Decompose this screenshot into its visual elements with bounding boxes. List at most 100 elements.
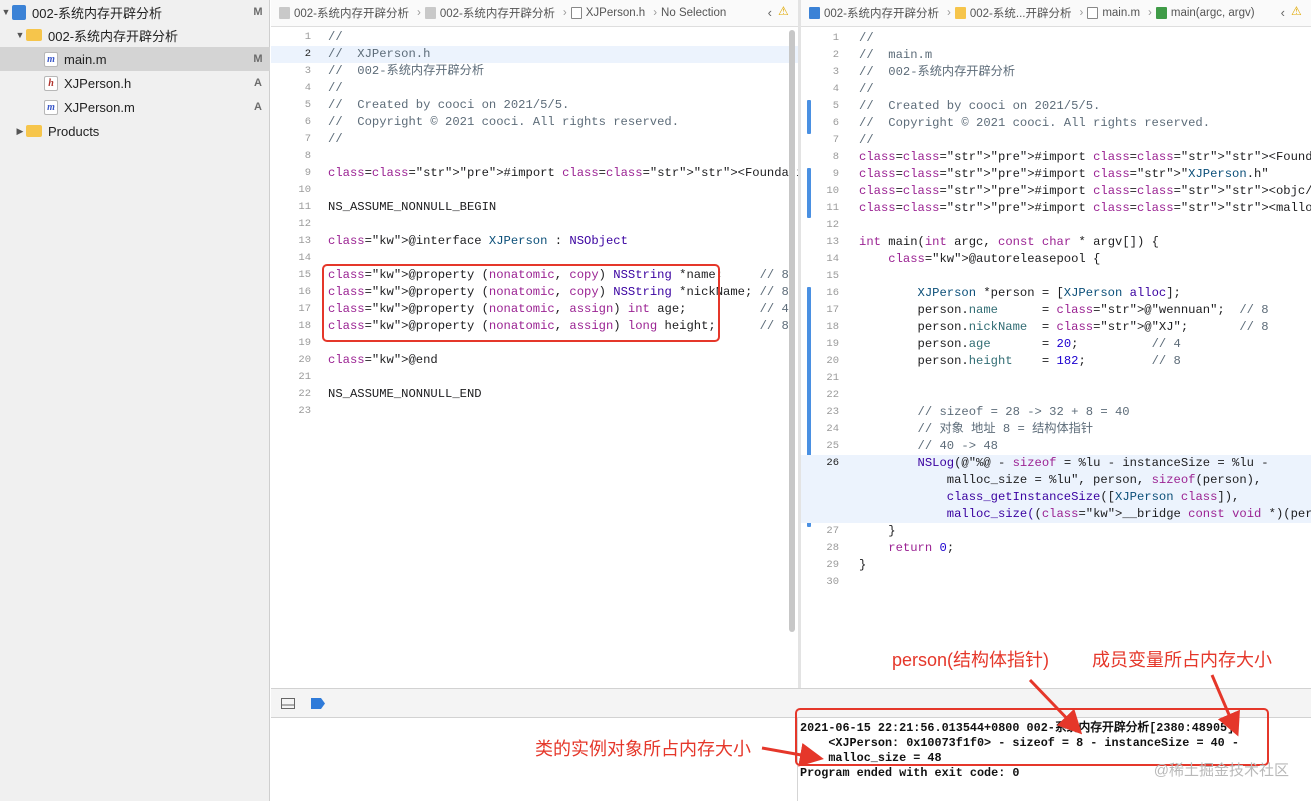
line-number: 15: [298, 269, 311, 281]
header-file-icon: [570, 7, 582, 19]
editor-xjperson-h[interactable]: 002-系统内存开辟分析 › 002-系统内存开辟分析 › XJPerson.h…: [271, 0, 798, 688]
code-line[interactable]: 30: [801, 574, 1311, 591]
code-line[interactable]: 28 return 0;: [801, 540, 1311, 557]
code-line[interactable]: 6 // Copyright © 2021 cooci. All rights r…: [801, 115, 1311, 132]
nav-row-xjperson-h[interactable]: h XJPerson.h A: [0, 71, 270, 95]
code-line[interactable]: 3 // 002-系统内存开辟分析: [271, 63, 798, 80]
code-line[interactable]: 13 class="kw">@interface XJPerson : NSObj…: [271, 233, 798, 250]
code-line[interactable]: 24 // 对象 地址 8 = 结构体指针: [801, 421, 1311, 438]
code-line[interactable]: 27 }: [801, 523, 1311, 540]
line-number: 28: [826, 542, 839, 554]
editor-main-m[interactable]: 002-系统内存开辟分析 › 002-系统...开辟分析 › main.m › …: [801, 0, 1311, 688]
code-line[interactable]: 1 //: [271, 29, 798, 46]
code-line[interactable]: 11 class=class="str">"pre">#import class=…: [801, 200, 1311, 217]
line-number: 18: [298, 320, 311, 332]
code-text: // Copyright © 2021 cooci. All rights re…: [859, 116, 1211, 130]
disclosure-open-icon[interactable]: ▼: [0, 7, 12, 17]
code-line[interactable]: 25 // 40 -> 48: [801, 438, 1311, 455]
code-text: //: [859, 133, 874, 147]
code-line[interactable]: malloc_size = %lu", person, sizeof(perso…: [801, 472, 1311, 489]
code-line[interactable]: 2 // XJPerson.h: [271, 46, 798, 63]
back-forward-icon[interactable]: ‹: [1281, 5, 1285, 20]
code-line[interactable]: 21: [271, 369, 798, 386]
warning-icon[interactable]: ⚠: [1291, 4, 1305, 18]
code-line[interactable]: 15: [801, 268, 1311, 285]
breadcrumb-symbol[interactable]: No Selection: [661, 7, 726, 19]
code-line[interactable]: 19 person.age = 20; // 4: [801, 336, 1311, 353]
nav-row-label: main.m: [64, 51, 107, 67]
code-line[interactable]: 8: [271, 148, 798, 165]
breadcrumb-project[interactable]: 002-系统内存开辟分析: [824, 5, 939, 21]
code-line[interactable]: 23: [271, 403, 798, 420]
code-line[interactable]: 6 // Copyright © 2021 cooci. All rights r…: [271, 114, 798, 131]
breadcrumb-group[interactable]: 002-系统...开辟分析: [970, 5, 1072, 21]
code-line[interactable]: 23 // sizeof = 28 -> 32 + 8 = 40: [801, 404, 1311, 421]
code-line[interactable]: 5 // Created by cooci on 2021/5/5.: [801, 98, 1311, 115]
back-forward-icon[interactable]: ‹: [768, 5, 772, 20]
code-line[interactable]: 20 person.height = 182; // 8: [801, 353, 1311, 370]
code-line[interactable]: 2 // main.m: [801, 47, 1311, 64]
project-navigator: ▼ 002-系统内存开辟分析 M ▼ 002-系统内存开辟分析 m main.m…: [0, 0, 270, 801]
breadcrumb-group[interactable]: 002-系统内存开辟分析: [440, 5, 555, 21]
code-line[interactable]: 7 //: [271, 131, 798, 148]
code-line[interactable]: 18 person.nickName = class="str">@"XJ"; …: [801, 319, 1311, 336]
code-text: class=class="str">"pre">#import class=cl…: [859, 201, 1311, 215]
breadcrumb-project[interactable]: 002-系统内存开辟分析: [294, 5, 409, 21]
code-line[interactable]: 8 class=class="str">"pre">#import class=c…: [801, 149, 1311, 166]
code-line[interactable]: 5 // Created by cooci on 2021/5/5.: [271, 97, 798, 114]
line-number: 13: [826, 236, 839, 248]
nav-row-group[interactable]: ▼ 002-系统内存开辟分析: [0, 23, 270, 47]
line-number: 26: [826, 457, 839, 469]
code-line[interactable]: 14 class="kw">@autoreleasepool {: [801, 251, 1311, 268]
code-line[interactable]: 17 person.name = class="str">@"wennuan";…: [801, 302, 1311, 319]
watermark: @稀土掘金技术社区: [1153, 762, 1289, 779]
code-line[interactable]: 21: [801, 370, 1311, 387]
code-line[interactable]: 9 class=class="str">"pre">#import class="…: [801, 166, 1311, 183]
breakpoint-icon[interactable]: [311, 698, 325, 709]
code-line[interactable]: 22 NS_ASSUME_NONNULL_END: [271, 386, 798, 403]
chevron-right-icon: ›: [653, 7, 658, 19]
code-line[interactable]: 13 int main(int argc, const char * argv[]…: [801, 234, 1311, 251]
code-line[interactable]: 4 //: [801, 81, 1311, 98]
hide-debug-area-icon[interactable]: [281, 698, 295, 709]
disclosure-closed-icon[interactable]: ▶: [14, 126, 26, 137]
nav-row-xjperson-m[interactable]: m XJPerson.m A: [0, 95, 270, 119]
line-number: 4: [832, 83, 839, 95]
code-line[interactable]: 3 // 002-系统内存开辟分析: [801, 64, 1311, 81]
code-text: // sizeof = 28 -> 32 + 8 = 40: [859, 405, 1130, 419]
nav-row-main-m[interactable]: m main.m M: [0, 47, 270, 71]
annotation-person-pointer: person(结构体指针): [892, 650, 1050, 670]
code-line[interactable]: 1 //: [801, 30, 1311, 47]
vertical-scrollbar[interactable]: [789, 30, 795, 632]
code-line[interactable]: 12: [271, 216, 798, 233]
code-line[interactable]: 9 class=class="str">"pre">#import class=c…: [271, 165, 798, 182]
warning-icon[interactable]: ⚠: [778, 4, 792, 18]
code-line[interactable]: 10 class=class="str">"pre">#import class=…: [801, 183, 1311, 200]
code-text: malloc_size = %lu", person, sizeof(perso…: [859, 473, 1262, 487]
code-line[interactable]: class_getInstanceSize([XJPerson class]),: [801, 489, 1311, 506]
code-line[interactable]: 7 //: [801, 132, 1311, 149]
function-icon: [1155, 7, 1167, 19]
grid-icon[interactable]: [279, 7, 290, 19]
code-line[interactable]: 4 //: [271, 80, 798, 97]
code-line[interactable]: 12: [801, 217, 1311, 234]
code-line[interactable]: 16 XJPerson *person = [XJPerson alloc];: [801, 285, 1311, 302]
nav-row-products[interactable]: ▶ Products: [0, 119, 270, 143]
disclosure-open-icon[interactable]: ▼: [14, 30, 26, 40]
code-line[interactable]: 29}: [801, 557, 1311, 574]
project-icon: [809, 7, 820, 19]
line-number: 8: [832, 151, 839, 163]
code-line[interactable]: malloc_size((class="kw">__bridge const v…: [801, 506, 1311, 523]
line-number: 9: [304, 167, 311, 179]
breadcrumb-file[interactable]: main.m: [1102, 7, 1140, 19]
breadcrumb-file[interactable]: XJPerson.h: [586, 7, 645, 19]
line-number: 11: [298, 201, 311, 213]
code-text: class_getInstanceSize([XJPerson class]),: [946, 490, 1240, 504]
code-line[interactable]: 10: [271, 182, 798, 199]
nav-row-project[interactable]: ▼ 002-系统内存开辟分析 M: [0, 0, 270, 24]
code-line[interactable]: 26 NSLog(@"%@ - sizeof = %lu - instanceS…: [801, 455, 1311, 472]
code-line[interactable]: 11 NS_ASSUME_NONNULL_BEGIN: [271, 199, 798, 216]
breadcrumb-symbol[interactable]: main(argc, argv): [1171, 7, 1255, 19]
code-line[interactable]: 22: [801, 387, 1311, 404]
code-line[interactable]: 20 class="kw">@end: [271, 352, 798, 369]
